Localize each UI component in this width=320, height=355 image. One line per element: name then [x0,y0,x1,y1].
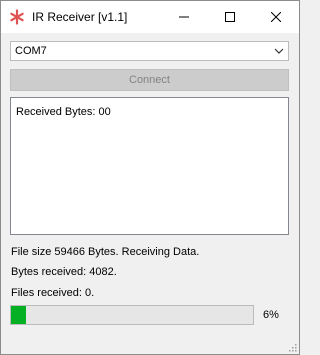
files-received-status: Files received: 0. [11,287,95,299]
resize-grip-icon[interactable] [287,342,297,352]
asterisk-icon [10,9,24,25]
window-title: IR Receiver [v1.1] [32,10,128,24]
maximize-icon [225,12,235,22]
progress-bar [10,305,254,325]
port-select-value: COM7 [15,45,47,57]
chevron-down-icon [274,48,284,54]
connect-button[interactable]: Connect [10,69,289,91]
title-bar[interactable]: IR Receiver [v1.1] [1,1,299,33]
log-textbox[interactable]: Received Bytes: 00 [10,97,289,235]
file-size-status: File size 59466 Bytes. Receiving Data. [11,246,200,258]
maximize-button[interactable] [207,1,253,33]
minimize-button[interactable] [161,1,207,33]
app-window: IR Receiver [v1.1] COM7 Connect Received… [0,0,300,355]
progress-percent: 6% [263,309,279,321]
minimize-icon [179,16,189,18]
log-text: Received Bytes: 00 [16,106,111,118]
bytes-received-status: Bytes received: 4082. [11,266,117,278]
close-icon [271,12,281,22]
port-select[interactable]: COM7 [10,41,289,61]
close-button[interactable] [253,1,299,33]
progress-bar-fill [11,306,26,324]
